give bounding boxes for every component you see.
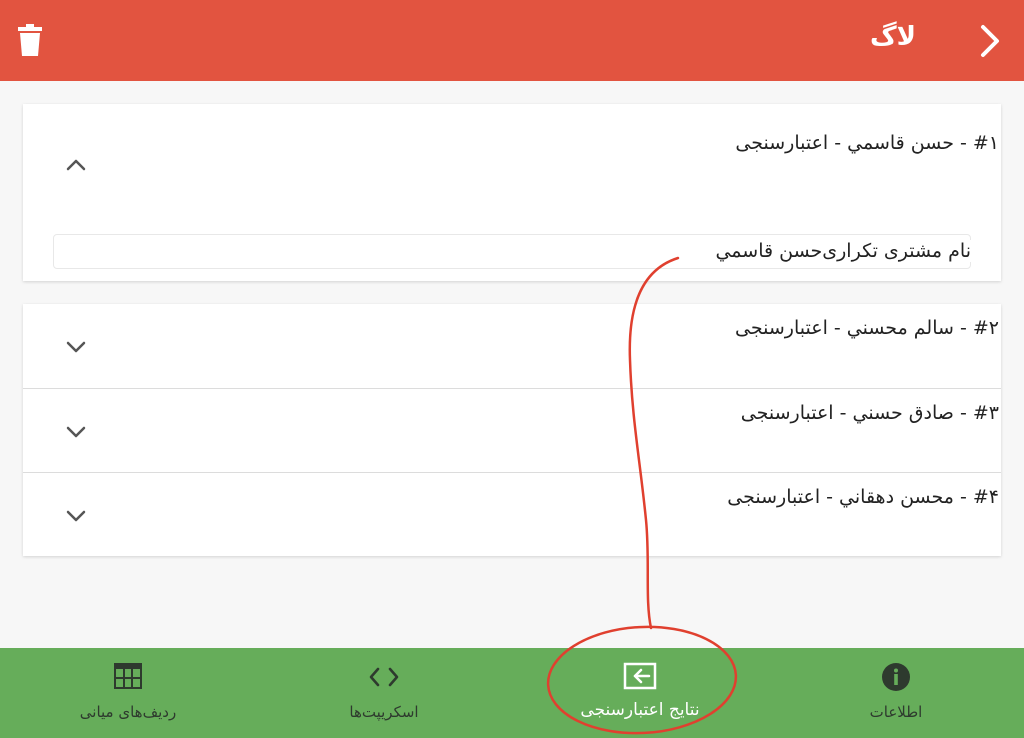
log-item[interactable]: #۳ - صادق حسني - اعتبارسنجی [23, 388, 1001, 472]
tab-label: نتایج اعتبارسنجی [580, 700, 700, 720]
log-item-title: #۳ - صادق حسني - اعتبارسنجی [740, 402, 999, 424]
log-item[interactable]: #۴ - محسن دهقاني - اعتبارسنجی [23, 472, 1001, 556]
log-list-card: #۲ - سالم محسني - اعتبارسنجی #۳ - صادق ح… [23, 304, 1001, 556]
code-icon [369, 667, 399, 687]
log-item-title: #۲ - سالم محسني - اعتبارسنجی [735, 317, 999, 339]
chevron-up-icon[interactable] [65, 157, 87, 171]
chevron-down-icon[interactable] [65, 509, 87, 523]
tab-validation-results[interactable]: نتایج اعتبارسنجی [512, 648, 768, 738]
table-icon [114, 663, 142, 689]
chevron-down-icon[interactable] [65, 340, 87, 354]
bottom-nav: اطلاعات نتایج اعتبارسنجی اسکریپت‌ها ردیف… [0, 648, 1024, 738]
login-icon [623, 662, 657, 690]
log-item-title: #۴ - محسن دهقاني - اعتبارسنجی [727, 486, 999, 508]
page-title: لاگ [870, 22, 916, 52]
chevron-down-icon[interactable] [65, 425, 87, 439]
tab-label: اسکریپت‌ها [349, 703, 419, 721]
app-header: لاگ [0, 0, 1024, 81]
tab-info[interactable]: اطلاعات [768, 648, 1024, 738]
info-icon [882, 663, 910, 691]
log-card-expanded: #۱ - حسن قاسمي - اعتبارسنجی نام مشتری تک… [23, 104, 1001, 281]
tab-label: اطلاعات [869, 703, 923, 721]
log-item[interactable]: #۲ - سالم محسني - اعتبارسنجی [23, 304, 1001, 388]
tab-label: ردیف‌های میانی [79, 703, 177, 721]
log-item-title[interactable]: #۱ - حسن قاسمي - اعتبارسنجی [735, 132, 999, 154]
tab-scripts[interactable]: اسکریپت‌ها [256, 648, 512, 738]
chevron-right-icon[interactable] [976, 24, 1004, 58]
log-detail-text: نام مشتری تکراری‌حسن قاسمي [711, 240, 971, 262]
trash-icon[interactable] [17, 24, 43, 56]
tab-intermediate-rows[interactable]: ردیف‌های میانی [0, 648, 256, 738]
